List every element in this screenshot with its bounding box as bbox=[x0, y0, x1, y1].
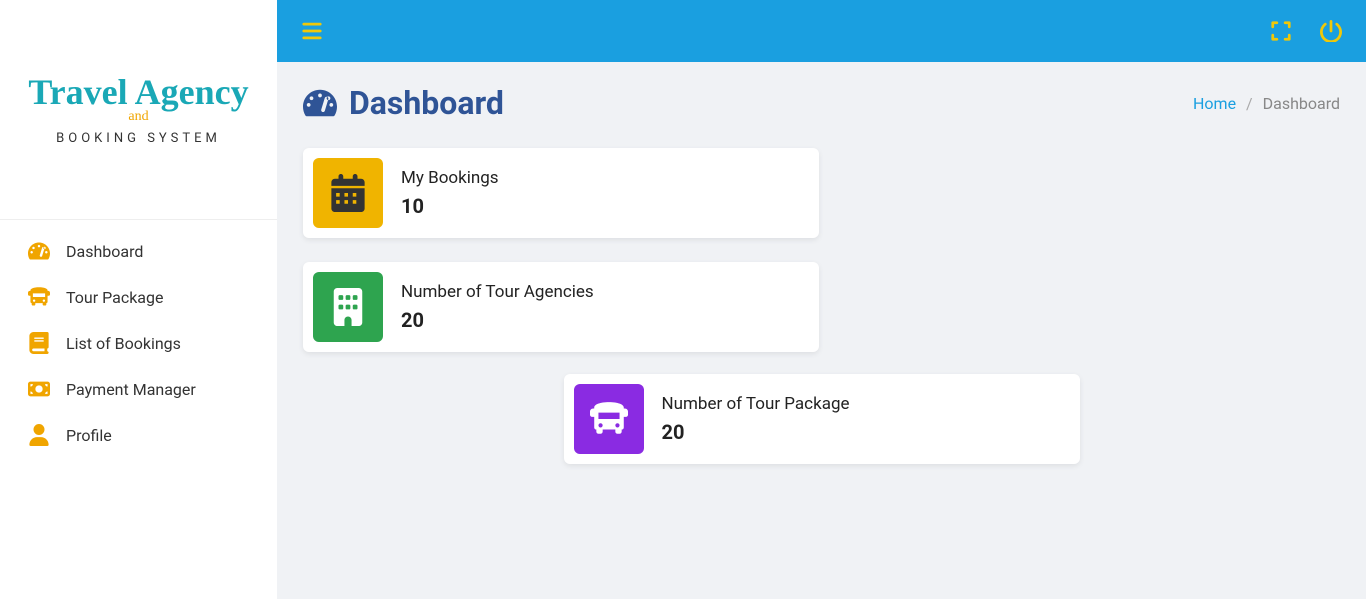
fullscreen-button[interactable] bbox=[1266, 16, 1296, 46]
dashboard-icon bbox=[28, 240, 50, 262]
book-icon bbox=[28, 332, 50, 354]
sidebar-item-payment-manager[interactable]: Payment Manager bbox=[0, 366, 277, 412]
menu-toggle-button[interactable] bbox=[297, 16, 327, 46]
sidebar-item-label: Payment Manager bbox=[66, 380, 196, 399]
breadcrumb-separator: / bbox=[1246, 94, 1253, 113]
breadcrumb: Home / Dashboard bbox=[1193, 94, 1340, 113]
stat-cards-row-2: Number of Tour Package 20 bbox=[303, 374, 1340, 464]
card-title: Number of Tour Agencies bbox=[401, 282, 594, 302]
card-title: Number of Tour Package bbox=[662, 394, 850, 414]
sidebar-item-tour-package[interactable]: Tour Package bbox=[0, 274, 277, 320]
page-title-text: Dashboard bbox=[349, 84, 504, 122]
bus-icon bbox=[28, 286, 50, 308]
main: Dashboard Home / Dashboard My Bookings 1… bbox=[277, 0, 1366, 599]
card-value: 20 bbox=[662, 420, 850, 444]
brand-line1: Travel Agency bbox=[28, 73, 248, 113]
brand-line3: BOOKING SYSTEM bbox=[56, 131, 221, 146]
brand-logo: Travel Agency and BOOKING SYSTEM bbox=[0, 0, 277, 220]
page-header: Dashboard Home / Dashboard bbox=[303, 84, 1340, 122]
sidebar-item-dashboard[interactable]: Dashboard bbox=[0, 228, 277, 274]
topbar bbox=[277, 0, 1366, 62]
page-title: Dashboard bbox=[303, 84, 504, 122]
breadcrumb-current: Dashboard bbox=[1263, 94, 1340, 113]
sidebar-item-label: List of Bookings bbox=[66, 334, 181, 353]
breadcrumb-home[interactable]: Home bbox=[1193, 94, 1236, 113]
sidebar-nav: Dashboard Tour Package List of Bookings … bbox=[0, 220, 277, 466]
sidebar: Travel Agency and BOOKING SYSTEM Dashboa… bbox=[0, 0, 277, 599]
content-area: Dashboard Home / Dashboard My Bookings 1… bbox=[277, 62, 1366, 486]
user-icon bbox=[28, 424, 50, 446]
card-my-bookings[interactable]: My Bookings 10 bbox=[303, 148, 819, 238]
card-value: 10 bbox=[401, 194, 499, 218]
bus-icon bbox=[574, 384, 644, 454]
sidebar-item-label: Profile bbox=[66, 426, 112, 445]
card-tour-agencies[interactable]: Number of Tour Agencies 20 bbox=[303, 262, 819, 352]
card-title: My Bookings bbox=[401, 168, 499, 188]
money-icon bbox=[28, 378, 50, 400]
sidebar-item-list-bookings[interactable]: List of Bookings bbox=[0, 320, 277, 366]
card-value: 20 bbox=[401, 308, 594, 332]
sidebar-item-label: Tour Package bbox=[66, 288, 163, 307]
card-tour-packages[interactable]: Number of Tour Package 20 bbox=[564, 374, 1080, 464]
building-icon bbox=[313, 272, 383, 342]
sidebar-item-label: Dashboard bbox=[66, 242, 143, 261]
power-button[interactable] bbox=[1316, 16, 1346, 46]
stat-cards-row-1: My Bookings 10 Number of Tour Agencies 2… bbox=[303, 148, 1340, 352]
brand-line2: and bbox=[128, 109, 148, 125]
calendar-icon bbox=[313, 158, 383, 228]
sidebar-item-profile[interactable]: Profile bbox=[0, 412, 277, 458]
dashboard-icon bbox=[303, 86, 337, 120]
